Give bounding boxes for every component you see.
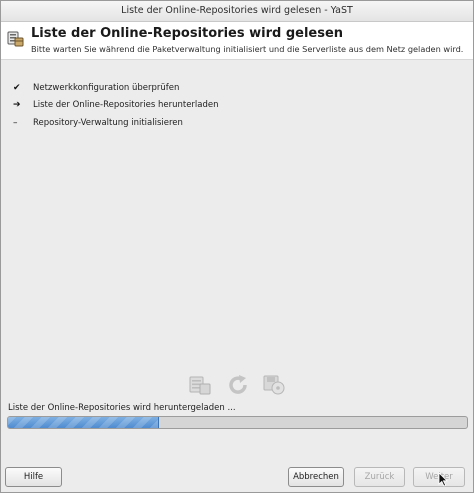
step-pending-icon: – <box>13 118 18 128</box>
page-title: Liste der Online-Repositories wird geles… <box>31 26 344 41</box>
back-button[interactable]: Zurück <box>354 467 405 487</box>
help-button[interactable]: Hilfe <box>5 467 62 487</box>
disk-icon <box>263 375 285 395</box>
step-label: Netzwerkkonfiguration überprüfen <box>33 83 180 93</box>
mouse-cursor-icon <box>438 472 448 487</box>
page-subtitle: Bitte warten Sie während die Paketverwal… <box>31 44 464 54</box>
dialog-content: ✔ Netzwerkkonfiguration überprüfen ➔ Liste… <box>2 60 472 460</box>
dialog-header: Liste der Online-Repositories wird geles… <box>1 22 473 60</box>
step-done-icon: ✔ <box>13 83 21 93</box>
step-item-download-list: ➔ Liste der Online-Repositories herunterl… <box>13 99 219 111</box>
repository-list-icon <box>189 376 211 395</box>
progress-label: Liste der Online-Repositories wird herun… <box>8 403 236 413</box>
abort-button[interactable]: Abbrechen <box>288 467 344 487</box>
window-title: Liste der Online-Repositories wird geles… <box>121 5 353 16</box>
progress-fill <box>8 417 160 428</box>
step-label: Repository-Verwaltung initialisieren <box>33 118 183 128</box>
refresh-icon <box>229 375 247 394</box>
step-item-init-repositories: – Repository-Verwaltung initialisieren <box>13 117 183 129</box>
yast-window: Liste der Online-Repositories wird geles… <box>0 0 474 493</box>
step-current-arrow-icon: ➔ <box>13 100 21 110</box>
download-progress-bar <box>7 416 468 429</box>
status-icon-strip <box>188 373 288 397</box>
step-item-network-check: ✔ Netzwerkkonfiguration überprüfen <box>13 82 179 94</box>
package-repository-icon <box>7 31 24 47</box>
window-titlebar[interactable]: Liste der Online-Repositories wird geles… <box>1 1 473 22</box>
step-label: Liste der Online-Repositories herunterla… <box>33 100 219 110</box>
